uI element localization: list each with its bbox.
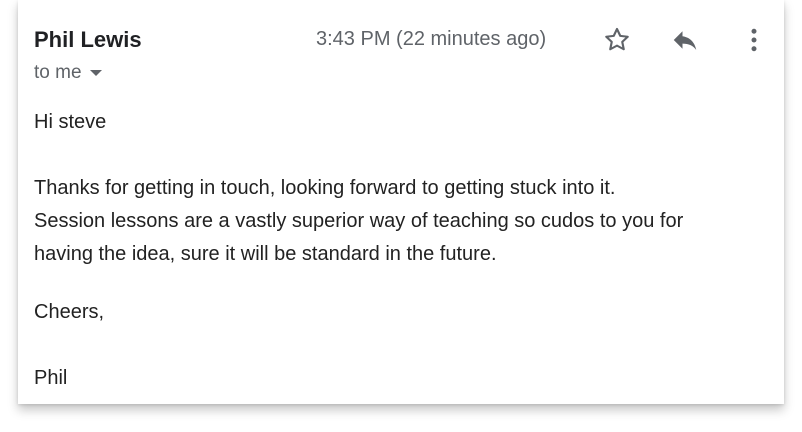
caret-down-icon (89, 70, 102, 76)
recipient-details-toggle[interactable]: to me (34, 62, 102, 84)
email-body-line: having the idea, sure it will be standar… (34, 243, 497, 265)
email-greeting: Hi steve (34, 111, 107, 133)
message-timestamp: 3:43 PM (22 minutes ago) (316, 28, 547, 50)
more-vert-icon (751, 28, 757, 52)
email-signature: Phil (34, 367, 68, 389)
more-options-button[interactable] (736, 22, 772, 58)
star-outline-icon (605, 27, 629, 51)
email-signoff: Cheers, (34, 301, 105, 323)
email-body-line: Thanks for getting in touch, looking for… (34, 177, 616, 199)
reply-icon (673, 31, 697, 50)
email-body-line: Session lessons are a vastly superior wa… (34, 210, 684, 232)
recipient-label: to me (34, 62, 82, 83)
star-button[interactable] (599, 22, 635, 58)
email-body-paragraph: Thanks for getting in touch, looking for… (34, 172, 774, 271)
sender-name: Phil Lewis (34, 27, 142, 52)
reply-button[interactable] (667, 22, 703, 58)
